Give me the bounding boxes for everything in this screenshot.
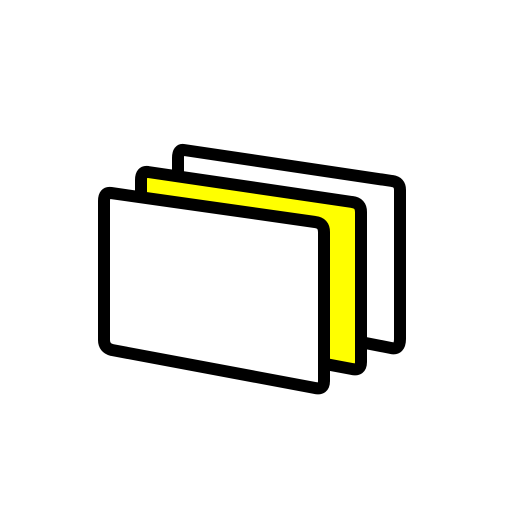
front-card [98,186,330,395]
icon-canvas [0,0,512,512]
stacked-cards-icon [98,143,406,395]
